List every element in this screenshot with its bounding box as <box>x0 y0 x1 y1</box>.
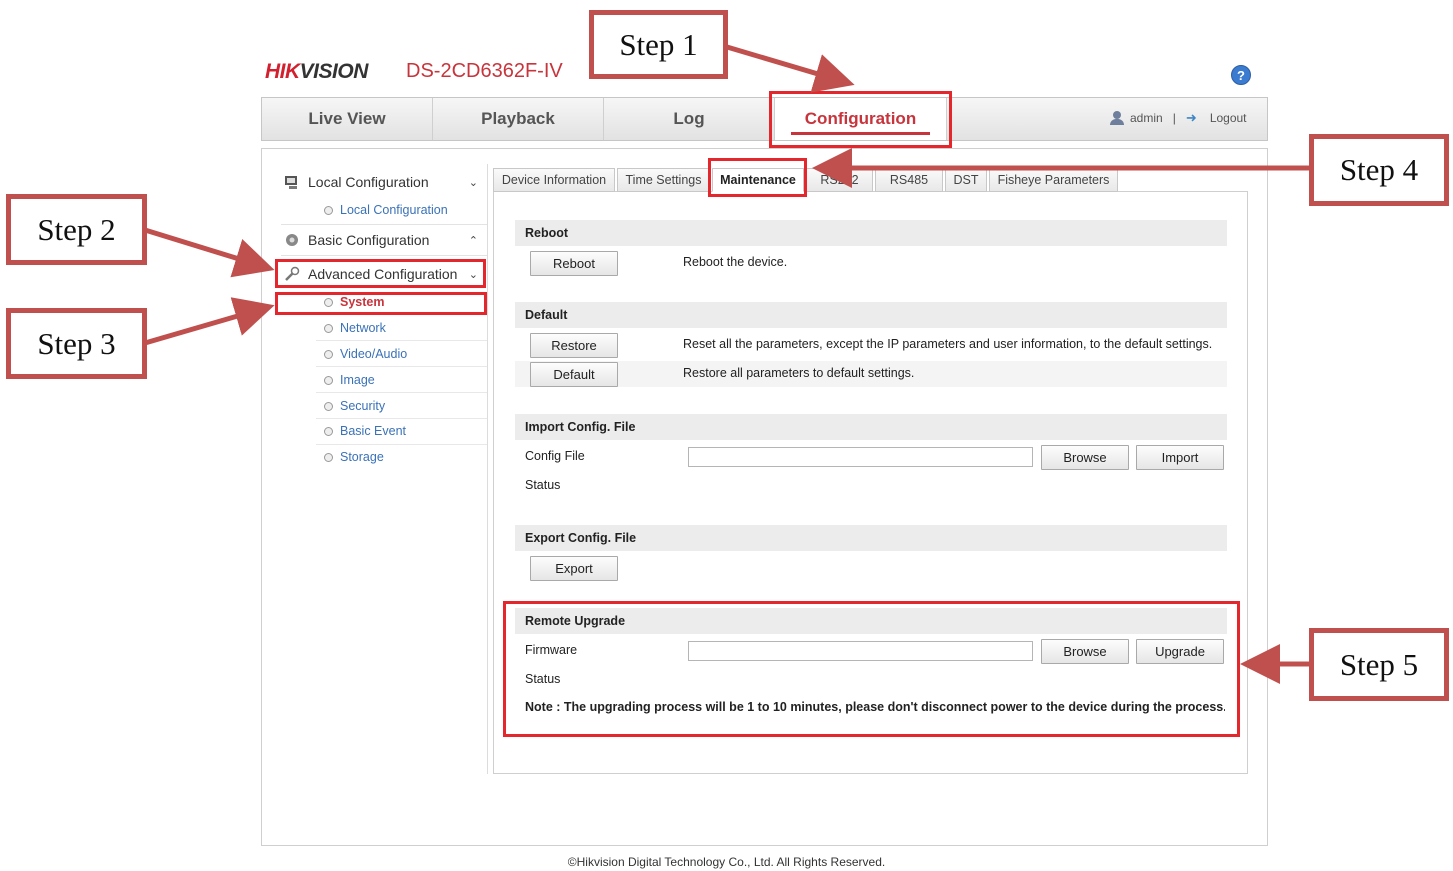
callout-step-5: Step 5 <box>1309 628 1449 701</box>
callout-step-1: Step 1 <box>589 10 728 79</box>
callout-arrows <box>144 44 1310 684</box>
callout-step-3: Step 3 <box>6 308 147 379</box>
callout-step-2: Step 2 <box>6 194 147 265</box>
callout-step-4: Step 4 <box>1309 134 1449 206</box>
arrow-step-2 <box>144 227 275 278</box>
footer-copyright: ©Hikvision Digital Technology Co., Ltd. … <box>567 855 886 869</box>
arrow-step-3 <box>144 297 275 346</box>
arrow-step-1 <box>726 44 855 93</box>
